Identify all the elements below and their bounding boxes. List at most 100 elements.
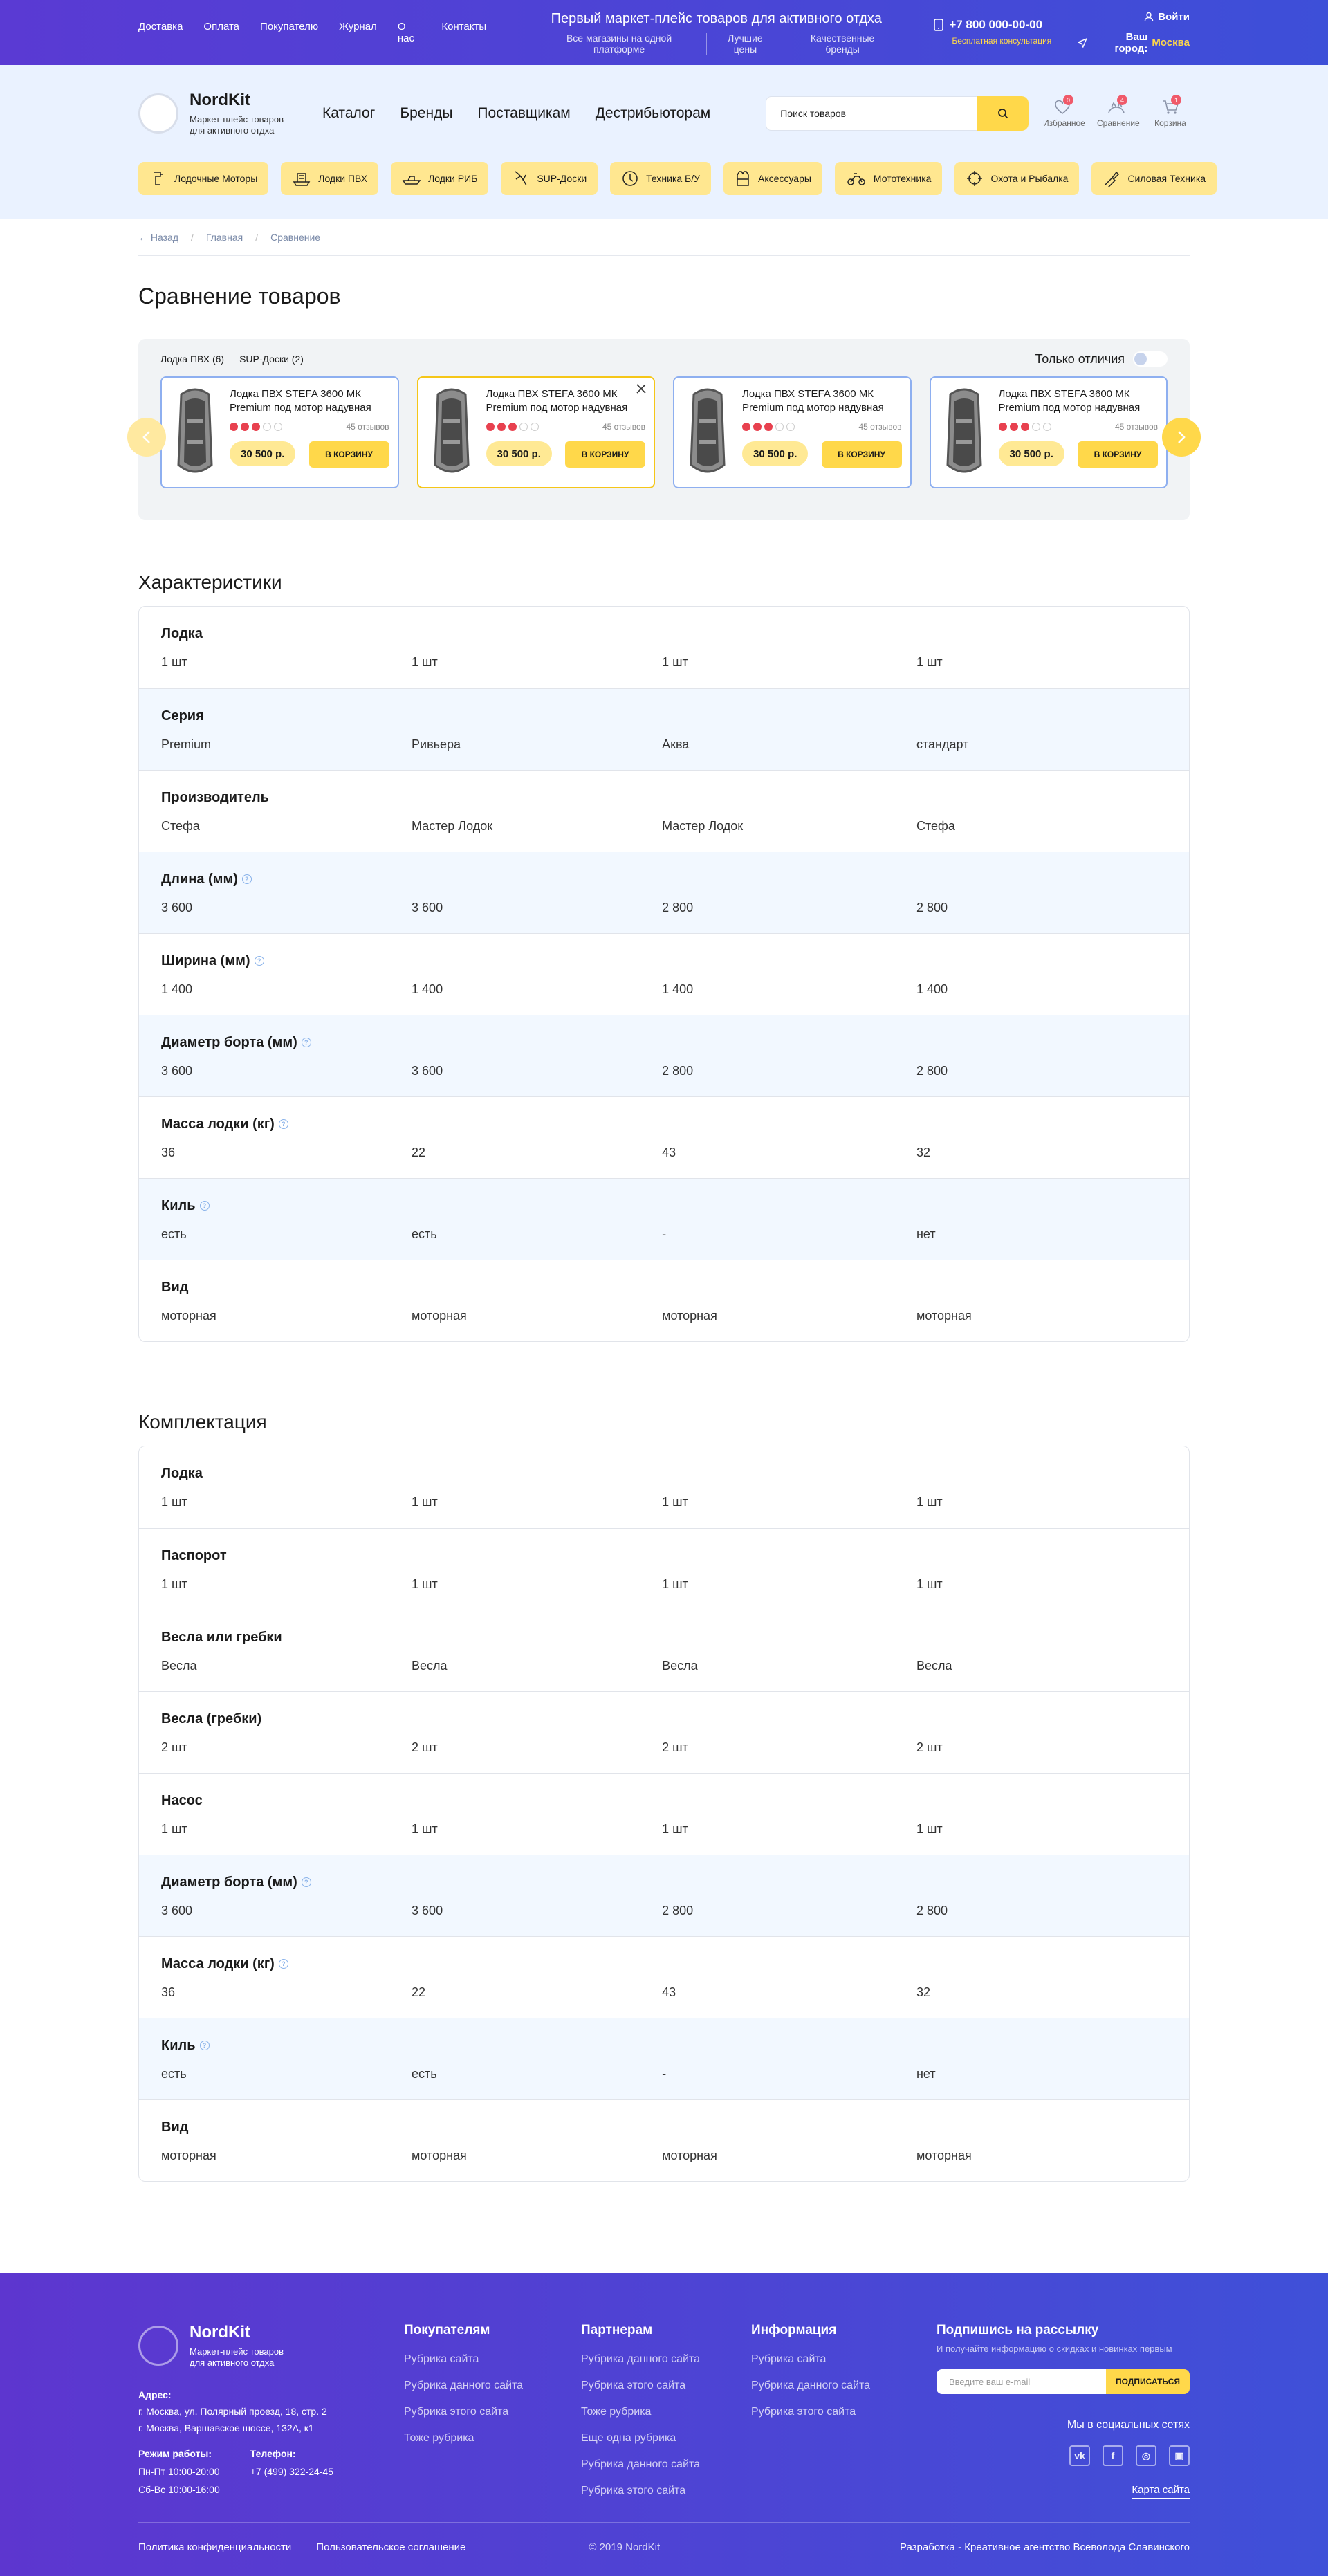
spec-value: моторная (916, 1309, 972, 1323)
spec-value: нет (916, 2067, 936, 2081)
top-nav-contacts[interactable]: Контакты (441, 21, 486, 44)
footer-link[interactable]: Рубрика этого сайта (581, 2485, 751, 2497)
info-icon[interactable]: ? (199, 1201, 210, 1211)
only-diff-toggle[interactable] (1133, 351, 1168, 367)
subscribe-title: Подпишись на рассылку (937, 2323, 1099, 2337)
search-button[interactable] (977, 96, 1029, 131)
carousel-prev-button[interactable] (127, 418, 166, 457)
reviews-count[interactable]: 45 отзывов (1115, 422, 1158, 432)
free-consult-link[interactable]: Бесплатная консультация (952, 36, 1052, 46)
footer-link[interactable]: Рубрика этого сайта (751, 2406, 937, 2418)
footer-link[interactable]: Рубрика этого сайта (404, 2406, 581, 2418)
spec-row: Киль? есть есть - нет (139, 2018, 1189, 2099)
other-social-icon[interactable]: ▣ (1169, 2445, 1190, 2466)
tab-pvc-boats[interactable]: Лодка ПВХ (6) (160, 353, 224, 365)
spec-label: Лодка (161, 1465, 203, 1481)
info-icon[interactable]: ? (241, 874, 252, 884)
footer-link[interactable]: Рубрика данного сайта (404, 2380, 581, 2392)
footer-link[interactable]: Рубрика данного сайта (581, 2458, 751, 2471)
nav-catalog[interactable]: Каталог (322, 105, 375, 122)
category-rib-boats[interactable]: Лодки РИБ (391, 162, 489, 195)
nav-distributors[interactable]: Дестрибьюторам (596, 105, 711, 122)
product-name[interactable]: Лодка ПВХ STEFA 3600 МК Premium под мото… (486, 387, 646, 416)
carousel-next-button[interactable] (1162, 418, 1201, 457)
footer-link[interactable]: Рубрика данного сайта (581, 2353, 751, 2366)
footer-logo[interactable]: NordKit Маркет-плейс товаров для активног… (138, 2323, 404, 2368)
vk-icon[interactable]: vk (1069, 2445, 1090, 2466)
footer-link[interactable]: Тоже рубрика (581, 2406, 751, 2418)
category-accessories[interactable]: Аксессуары (723, 162, 822, 195)
footer-link[interactable]: Еще одна рубрика (581, 2432, 751, 2445)
nav-brands[interactable]: Бренды (400, 105, 452, 122)
add-to-cart-button[interactable]: В КОРЗИНУ (308, 441, 389, 468)
cart-button[interactable]: 1 Корзина (1151, 95, 1190, 128)
top-phone-link[interactable]: +7 800 000-00-00 (949, 18, 1042, 32)
info-icon[interactable]: ? (254, 956, 264, 966)
footer-link[interactable]: Тоже рубрика (404, 2432, 581, 2445)
sitemap-link[interactable]: Карта сайта (1132, 2484, 1190, 2499)
category-moto[interactable]: Мототехника (834, 162, 943, 195)
category-boat-motors[interactable]: Лодочные Моторы (138, 162, 269, 195)
category-sup-boards[interactable]: SUP-Доски (501, 162, 598, 195)
add-to-cart-button[interactable]: В КОРЗИНУ (565, 441, 645, 468)
compare-button[interactable]: 4 Сравнение (1097, 95, 1140, 128)
product-name[interactable]: Лодка ПВХ STEFA 3600 МК Premium под мото… (742, 387, 902, 416)
logo[interactable]: NordKit Маркет-плейс товаров для активног… (138, 91, 284, 136)
breadcrumb-back[interactable]: ← Назад (138, 232, 178, 243)
info-icon[interactable]: ? (278, 1119, 288, 1129)
tab-sup-boards[interactable]: SUP-Доски (2) (239, 353, 304, 365)
add-to-cart-button[interactable]: В КОРЗИНУ (1078, 441, 1158, 468)
compare-label: Сравнение (1097, 118, 1140, 128)
instagram-icon[interactable]: ◎ (1136, 2445, 1156, 2466)
compare-card[interactable]: Лодка ПВХ STEFA 3600 МК Premium под мото… (673, 376, 912, 488)
product-name[interactable]: Лодка ПВХ STEFA 3600 МК Premium под мото… (230, 387, 389, 416)
info-icon[interactable]: ? (301, 1038, 311, 1047)
category-hunting-fishing[interactable]: Охота и Рыбалка (954, 162, 1080, 195)
close-icon[interactable] (636, 383, 647, 394)
reviews-count[interactable]: 45 отзывов (858, 422, 901, 432)
spec-value: 1 шт (662, 655, 688, 669)
category-used-equipment[interactable]: Техника Б/У (610, 162, 712, 195)
login-link[interactable]: Войти (1158, 11, 1190, 23)
spec-value: 2 800 (916, 1064, 948, 1078)
info-icon[interactable]: ? (301, 1877, 311, 1887)
compare-card[interactable]: Лодка ПВХ STEFA 3600 МК Premium под мото… (160, 376, 399, 488)
product-name[interactable]: Лодка ПВХ STEFA 3600 МК Premium под мото… (999, 387, 1159, 416)
compare-card[interactable]: Лодка ПВХ STEFA 3600 МК Premium под мото… (929, 376, 1168, 488)
spec-value: 2 шт (161, 1740, 187, 1754)
footer-link[interactable]: Рубрика сайта (404, 2353, 581, 2366)
top-nav-buyer[interactable]: Покупателю (260, 21, 318, 44)
subscribe-email-input[interactable]: Введите ваш e-mail (937, 2369, 1107, 2394)
privacy-link[interactable]: Политика конфиденциальности (138, 2541, 291, 2553)
top-nav-delivery[interactable]: Доставка (138, 21, 183, 44)
category-power-equipment[interactable]: Силовая Техника (1091, 162, 1217, 195)
spec-value: нет (916, 1227, 936, 1241)
info-icon[interactable]: ? (278, 1959, 288, 1969)
search-input[interactable]: Поиск товаров (766, 96, 978, 131)
spec-value: 36 (161, 1146, 176, 1159)
footer-link[interactable]: Рубрика сайта (751, 2353, 937, 2366)
favorites-button[interactable]: 0 Избранное (1043, 95, 1085, 128)
spec-label: Весла или гребки (161, 1629, 282, 1645)
footer-link[interactable]: Рубрика данного сайта (751, 2380, 937, 2392)
reviews-count[interactable]: 45 отзывов (346, 422, 389, 432)
facebook-icon[interactable]: f (1103, 2445, 1123, 2466)
nav-suppliers[interactable]: Поставщикам (477, 105, 570, 122)
category-pvc-boats[interactable]: Лодки ПВХ (281, 162, 379, 195)
footer-phone[interactable]: +7 (499) 322-24-45 (250, 2466, 333, 2477)
city-select[interactable]: Москва (1152, 37, 1190, 48)
top-nav-payment[interactable]: Оплата (203, 21, 239, 44)
spec-value: 2 шт (916, 1740, 943, 1754)
breadcrumb-home[interactable]: Главная (206, 232, 243, 243)
top-nav-about[interactable]: О нас (398, 21, 421, 44)
compare-card[interactable]: Лодка ПВХ STEFA 3600 МК Premium под мото… (416, 376, 655, 488)
info-icon[interactable]: ? (199, 2041, 210, 2050)
developer-link[interactable]: Разработка - Креативное агентство Всевол… (900, 2541, 1190, 2553)
terms-link[interactable]: Пользовательское соглашение (316, 2541, 465, 2553)
footer-link[interactable]: Рубрика этого сайта (581, 2380, 751, 2392)
reviews-count[interactable]: 45 отзывов (602, 422, 645, 432)
top-nav-journal[interactable]: Журнал (339, 21, 377, 44)
spec-value: 43 (662, 1146, 676, 1159)
subscribe-button[interactable]: ПОДПИСАТЬСЯ (1106, 2369, 1190, 2394)
add-to-cart-button[interactable]: В КОРЗИНУ (821, 441, 902, 468)
